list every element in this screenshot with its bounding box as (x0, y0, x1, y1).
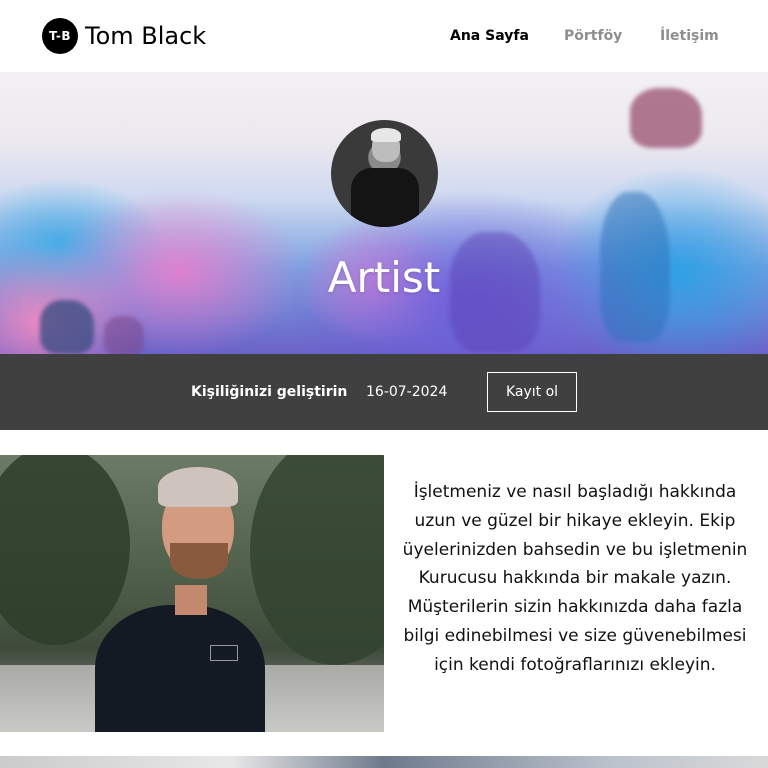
photo-torso (95, 605, 265, 732)
logo-badge[interactable]: T-B (42, 18, 78, 54)
nav-contact[interactable]: İletişim (660, 27, 719, 45)
shirt-logo (210, 645, 238, 661)
info-bar: Kişiliğinizi geliştirin 16-07-2024 Kayıt… (0, 354, 768, 430)
avatar-hat (371, 128, 401, 142)
hero-shape (40, 300, 94, 354)
artist-avatar (331, 120, 438, 227)
about-text: İşletmeniz ve nasıl başladığı hakkında u… (402, 482, 748, 675)
hero-shape (104, 316, 144, 354)
portrait-photo (0, 455, 384, 732)
info-bar-label: Kişiliğinizi geliştirin (191, 384, 348, 400)
avatar-body (351, 168, 419, 227)
photo-beard (170, 543, 228, 579)
next-section-image (0, 756, 768, 768)
nav-portfolio[interactable]: Pörtföy (564, 27, 622, 45)
photo-tree (250, 455, 384, 665)
hero-title: Artist (327, 253, 441, 302)
info-bar-date: 16-07-2024 (366, 384, 448, 400)
nav-home[interactable]: Ana Sayfa (450, 27, 529, 45)
photo-tree (0, 455, 130, 645)
photo-beanie (158, 467, 238, 507)
photo-neck (175, 585, 207, 615)
site-header: T-B Tom Black Ana Sayfa Pörtföy İletişim (0, 0, 768, 72)
site-title[interactable]: Tom Black (85, 20, 206, 52)
hero-shape (630, 88, 702, 148)
signup-button[interactable]: Kayıt ol (487, 372, 577, 412)
